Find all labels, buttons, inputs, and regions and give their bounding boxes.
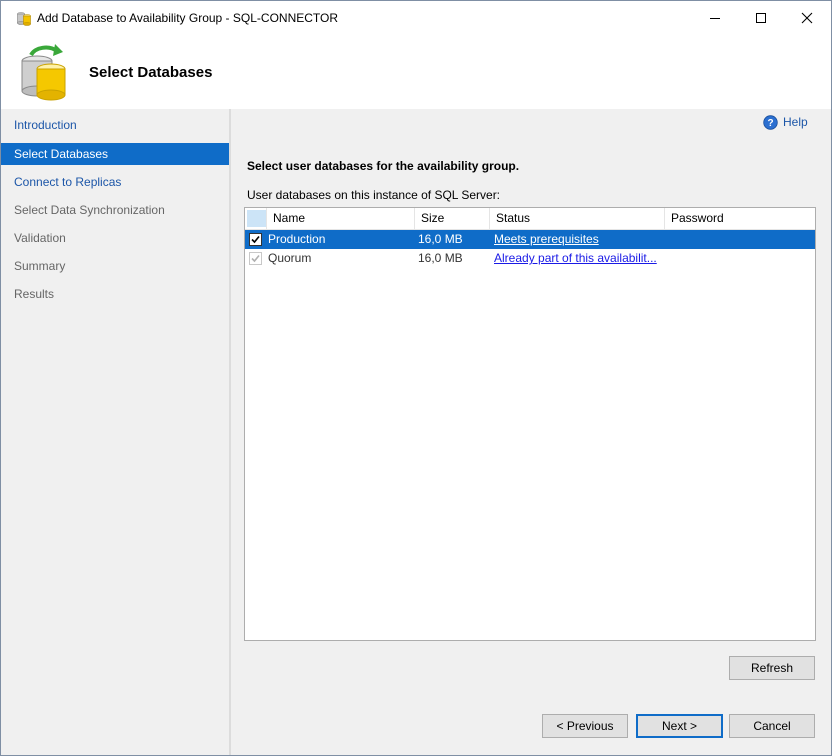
minimize-icon [710,18,720,19]
maximize-button[interactable] [739,1,785,35]
refresh-button[interactable]: Refresh [729,656,815,680]
row-checkbox-disabled [249,252,262,265]
help-icon: ? [763,115,778,130]
instruction-text: Select user databases for the availabili… [247,159,520,173]
checkmark-icon [251,235,260,244]
wizard-steps-sidebar: Introduction Select Databases Connect to… [1,109,229,755]
column-header-name[interactable]: Name [267,208,415,229]
sidebar-item-connect-to-replicas[interactable]: Connect to Replicas [1,171,229,193]
next-button[interactable]: Next > [636,714,723,738]
page-title: Select Databases [89,64,213,81]
window-title: Add Database to Availability Group - SQL… [37,11,339,25]
main-panel: ? Help Select user databases for the ava… [231,109,831,755]
sidebar-item-results: Results [14,287,55,301]
row-checkbox[interactable] [249,233,262,246]
database-sync-icon [17,43,71,101]
sidebar-item-summary: Summary [14,259,66,273]
row-status-link[interactable]: Already part of this availabilit... [494,249,664,268]
maximize-icon [756,13,766,23]
checkmark-icon [251,254,260,263]
sidebar-item-select-databases[interactable]: Select Databases [1,143,229,165]
wizard-window: Add Database to Availability Group - SQL… [0,0,832,756]
row-password[interactable] [671,230,811,249]
row-password [671,249,811,268]
column-header-size[interactable]: Size [415,208,490,229]
cancel-button[interactable]: Cancel [729,714,815,738]
help-label: Help [783,115,808,129]
row-size: 16,0 MB [418,251,463,265]
column-header-status[interactable]: Status [490,208,665,229]
column-header-password[interactable]: Password [665,208,815,229]
sidebar-item-introduction[interactable]: Introduction [1,114,229,136]
table-row-production[interactable]: Production 16,0 MB Meets prerequisites [245,230,815,249]
column-header-select[interactable] [245,208,267,229]
close-icon [801,12,813,24]
table-row-quorum[interactable]: Quorum 16,0 MB Already part of this avai… [245,249,815,268]
sidebar-item-select-data-synchronization: Select Data Synchronization [14,203,165,217]
row-name: Quorum [268,251,312,265]
wizard-banner: Select Databases [1,35,831,107]
previous-button[interactable]: < Previous [542,714,628,738]
sidebar-item-validation: Validation [14,231,66,245]
grid-header: Name Size Status Password [245,208,815,230]
row-status-link[interactable]: Meets prerequisites [494,230,664,249]
row-size: 16,0 MB [418,232,463,246]
minimize-button[interactable] [693,1,739,35]
database-grid[interactable]: Name Size Status Password Production 16,… [244,207,816,641]
row-name: Production [268,232,326,246]
close-button[interactable] [785,1,831,35]
svg-text:?: ? [767,118,773,129]
title-bar: Add Database to Availability Group - SQL… [1,1,831,35]
database-list-label: User databases on this instance of SQL S… [247,188,501,202]
database-app-icon [16,10,32,26]
select-all-cell [247,210,266,227]
